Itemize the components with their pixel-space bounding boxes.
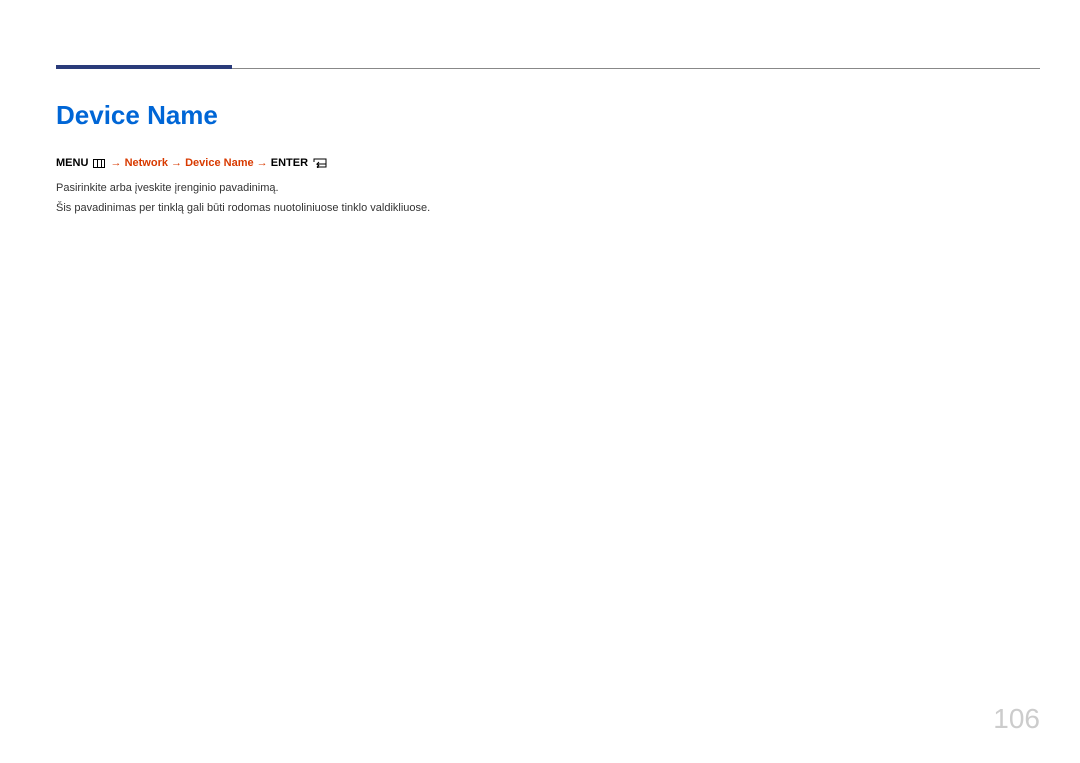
path-menu: MENU — [56, 157, 88, 169]
navigation-path: MENU → Network → Device Name → ENTER — [56, 155, 1040, 173]
body-line-2: Šis pavadinimas per tinklą gali būti rod… — [56, 199, 1040, 218]
path-arrow-3: → — [257, 157, 271, 169]
content-area: Device Name MENU → Network → Device Name… — [56, 100, 1040, 220]
path-network: Network — [125, 157, 168, 169]
path-arrow-1: → — [111, 157, 125, 169]
body-line-1: Pasirinkite arba įveskite įrenginio pava… — [56, 179, 1040, 198]
header-tab — [56, 65, 232, 69]
path-enter: ENTER — [271, 157, 308, 169]
menu-icon — [93, 159, 105, 168]
page-number: 106 — [993, 703, 1040, 735]
path-arrow-2: → — [171, 157, 185, 169]
enter-icon — [313, 158, 327, 168]
page-title: Device Name — [56, 100, 1040, 131]
path-device-name: Device Name — [185, 157, 254, 169]
